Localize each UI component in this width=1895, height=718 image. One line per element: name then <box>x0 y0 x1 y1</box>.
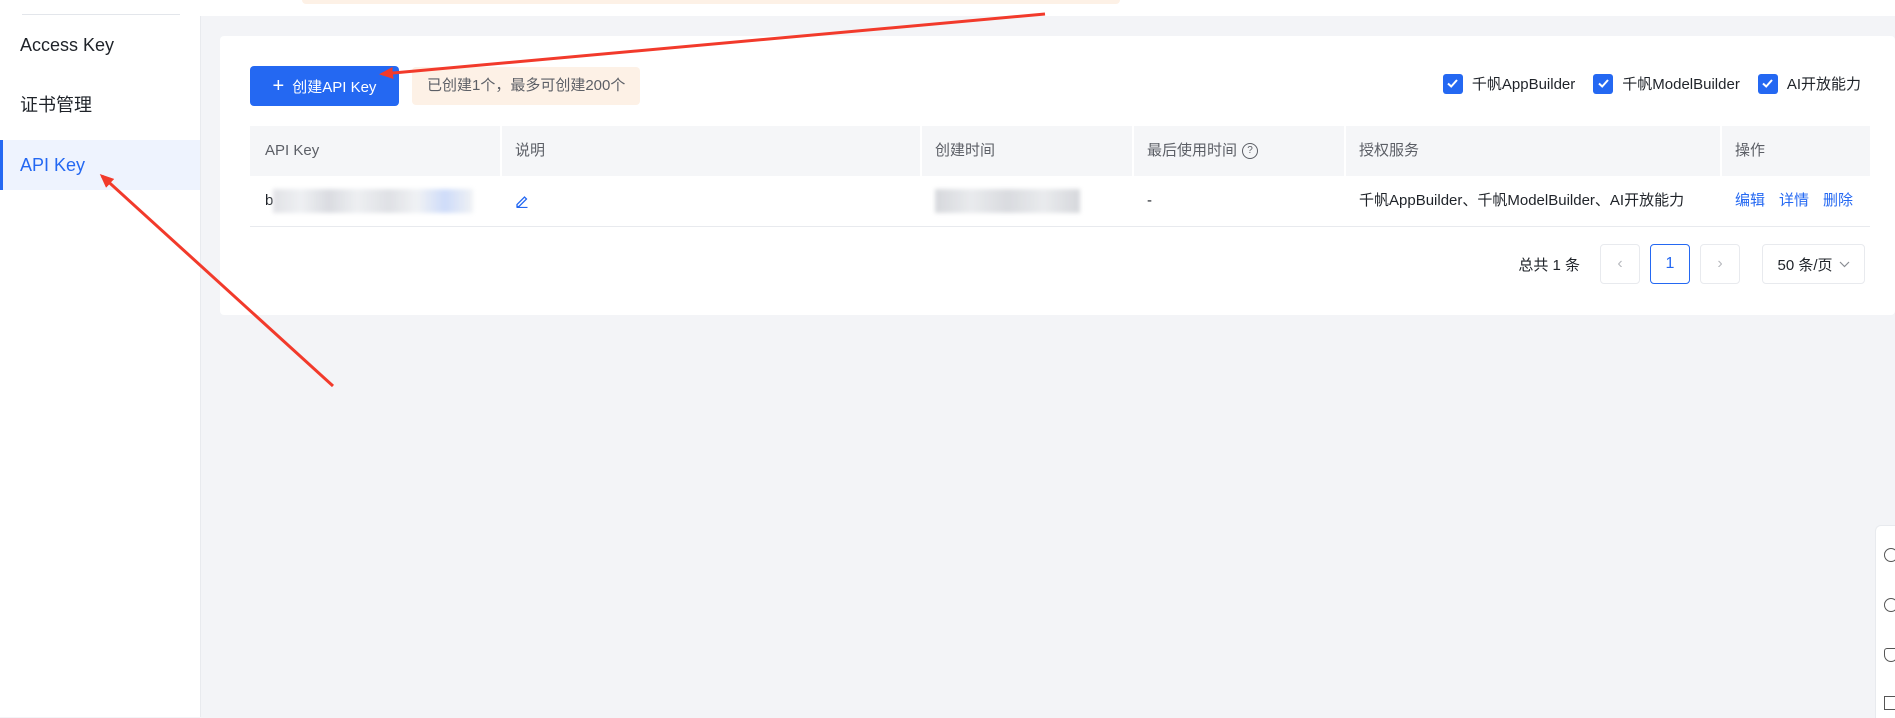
page-size-select[interactable]: 50 条/页 <box>1762 244 1865 284</box>
create-api-key-button[interactable]: + 创建API Key <box>250 66 399 106</box>
filter-appbuilder-label: 千帆AppBuilder <box>1471 76 1576 93</box>
api-key-table: API Key 说明 创建时间 最后使用时间? 授权服务 操作 b - 千帆Ap… <box>250 126 1870 227</box>
help-circle-icon[interactable] <box>1884 598 1895 612</box>
masked-created-at <box>935 189 1080 214</box>
checkbox-checked-icon <box>1757 73 1778 94</box>
chevron-left-icon: ‹ <box>1617 255 1623 272</box>
sidebar-item-certificates[interactable]: 证书管理 <box>0 80 200 130</box>
help-icon[interactable]: ? <box>1242 143 1259 160</box>
floating-toolbar <box>1875 525 1895 718</box>
grid-icon[interactable] <box>1884 696 1895 710</box>
edit-link[interactable]: 编辑 <box>1735 192 1765 209</box>
filter-ai-open-label: AI开放能力 <box>1786 76 1861 93</box>
column-header-description: 说明 <box>500 126 920 176</box>
detail-link[interactable]: 详情 <box>1779 192 1809 209</box>
api-key-panel: + 创建API Key 已创建1个，最多可创建200个 千帆AppBuilder… <box>220 36 1895 315</box>
prev-page-button[interactable]: ‹ <box>1600 244 1640 284</box>
filter-appbuilder-checkbox[interactable]: 千帆AppBuilder <box>1442 73 1576 94</box>
notice-banner-edge <box>302 0 1120 4</box>
chevron-down-icon <box>1839 261 1849 267</box>
create-api-key-label: 创建API Key <box>292 78 377 96</box>
pagination: 总共 1 条 ‹ 1 › 50 条/页 <box>1518 244 1865 284</box>
next-page-button[interactable]: › <box>1700 244 1740 284</box>
masked-api-key <box>273 189 474 214</box>
services-cell: 千帆AppBuilder、千帆ModelBuilder、AI开放能力 <box>1359 192 1685 209</box>
quota-tip: 已创建1个，最多可创建200个 <box>412 67 641 105</box>
created-at-cell <box>920 176 1132 226</box>
api-key-cell: b <box>250 176 500 226</box>
sidebar-item-access-key[interactable]: Access Key <box>0 20 200 70</box>
column-header-api-key: API Key <box>265 142 320 159</box>
last-used-cell: - <box>1147 192 1152 209</box>
page-size-value: 50 条/页 <box>1777 256 1833 274</box>
plus-icon: + <box>272 75 285 97</box>
description-cell <box>500 176 920 226</box>
page-1-button[interactable]: 1 <box>1650 244 1690 284</box>
chat-icon[interactable] <box>1884 548 1895 562</box>
table-row: b - 千帆AppBuilder、千帆ModelBuilder、AI开放能力 编… <box>250 176 1870 227</box>
last-used-label: 最后使用时间 <box>1147 142 1238 159</box>
checkbox-checked-icon <box>1593 73 1614 94</box>
delete-link[interactable]: 删除 <box>1823 192 1853 209</box>
column-header-actions: 操作 <box>1720 126 1870 176</box>
sidebar-item-api-key[interactable]: API Key <box>0 140 200 190</box>
shield-icon[interactable] <box>1884 648 1895 662</box>
api-key-value: b <box>265 192 274 209</box>
column-header-services: 授权服务 <box>1344 126 1720 176</box>
filter-modelbuilder-label: 千帆ModelBuilder <box>1622 76 1740 93</box>
top-notice-strip <box>200 0 1895 16</box>
edit-description-icon[interactable] <box>515 194 529 209</box>
table-header: API Key 说明 创建时间 最后使用时间? 授权服务 操作 <box>250 126 1870 176</box>
sidebar-divider <box>22 14 180 15</box>
total-count: 总共 1 条 <box>1518 256 1580 274</box>
column-header-created-at: 创建时间 <box>920 126 1132 176</box>
filter-ai-open-checkbox[interactable]: AI开放能力 <box>1757 73 1861 94</box>
filter-modelbuilder-checkbox[interactable]: 千帆ModelBuilder <box>1593 73 1740 94</box>
chevron-right-icon: › <box>1717 255 1723 272</box>
actions-cell: 编辑 详情 删除 <box>1720 176 1870 226</box>
sidebar: Access Key 证书管理 API Key <box>0 0 201 717</box>
column-header-last-used: 最后使用时间? <box>1132 126 1344 176</box>
service-filters: 千帆AppBuilder 千帆ModelBuilder AI开放能力 <box>1442 73 1861 94</box>
checkbox-checked-icon <box>1442 73 1463 94</box>
